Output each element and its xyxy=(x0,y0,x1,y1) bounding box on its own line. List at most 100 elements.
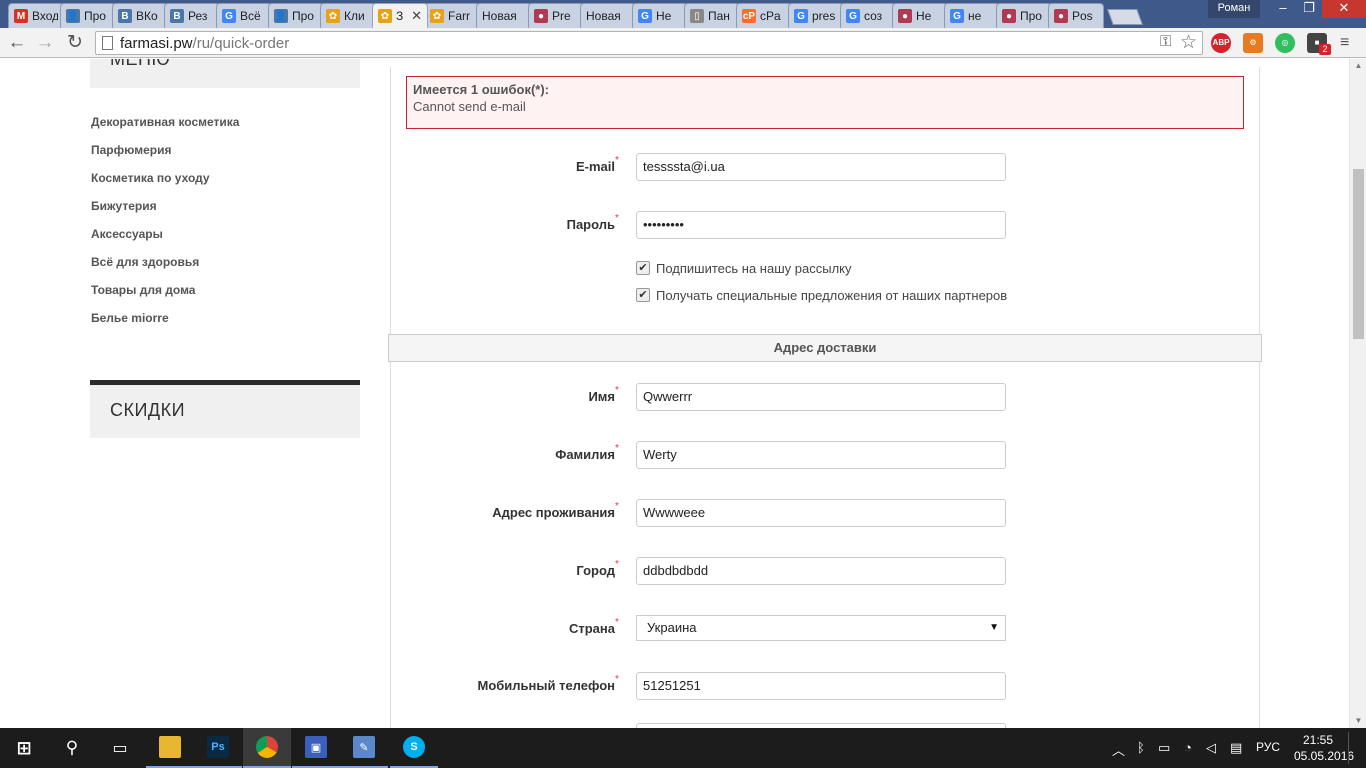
google-icon: G xyxy=(638,9,652,23)
maximize-icon[interactable]: ❐ xyxy=(1296,0,1322,18)
password-field[interactable]: ••••••••• xyxy=(636,211,1006,239)
browser-tab[interactable]: Gpres xyxy=(788,3,844,28)
close-tab-icon[interactable]: ✕ xyxy=(411,8,422,24)
tab-title: не xyxy=(968,9,982,23)
notepad-app-icon[interactable]: ✎ xyxy=(340,728,388,768)
required-marker: * xyxy=(615,385,619,396)
browser-tab[interactable]: B ВКо xyxy=(112,3,168,28)
scroll-down-icon[interactable]: ▼ xyxy=(1350,714,1366,728)
browser-tab[interactable]: B Рез xyxy=(164,3,220,28)
key-icon[interactable]: ⚿ xyxy=(1160,33,1171,50)
browser-tab[interactable]: ● Про xyxy=(996,3,1052,28)
back-arrow-icon[interactable]: ← xyxy=(6,32,28,54)
firstname-field[interactable]: Qwwerrr xyxy=(636,383,1006,411)
phone-row: Мобильный телефон * 51251251 xyxy=(406,672,1006,700)
scroll-up-icon[interactable]: ▲ xyxy=(1350,59,1366,73)
address-row: Адрес проживания * Wwwweee xyxy=(406,499,1006,527)
browser-menu-icon[interactable]: ≡ xyxy=(1340,34,1349,52)
browser-tab[interactable]: Gне xyxy=(944,3,1000,28)
adblock-plus-icon[interactable]: ABP xyxy=(1211,33,1231,53)
close-window-icon[interactable]: ✕ xyxy=(1322,0,1366,18)
phone-field[interactable]: 51251251 xyxy=(636,672,1006,700)
partners-checkbox[interactable]: ✔ xyxy=(636,288,650,302)
browser-tab[interactable]: ✿ З ✕ xyxy=(372,3,428,28)
cpanel-icon: cP xyxy=(742,9,756,23)
category-link[interactable]: Товары для дома xyxy=(91,283,239,311)
browser-tab[interactable]: ✿ Farr xyxy=(424,3,480,28)
message-icon[interactable]: ▤ xyxy=(1230,740,1242,756)
farmasi-icon: ✿ xyxy=(378,9,392,23)
browser-tab[interactable]: Новая xyxy=(476,3,532,28)
category-link[interactable]: Белье miorre xyxy=(91,311,239,339)
browser-tab[interactable]: Gсоз xyxy=(840,3,896,28)
minimize-icon[interactable]: ‒ xyxy=(1270,0,1296,18)
task-view-icon[interactable]: ▭ xyxy=(96,728,144,768)
email-field[interactable]: tessssta@i.ua xyxy=(636,153,1006,181)
scrollbar-thumb[interactable] xyxy=(1353,169,1364,339)
browser-tab[interactable]: ✿ Кли xyxy=(320,3,376,28)
gmail-icon: M xyxy=(14,9,28,23)
extension-icon[interactable]: ⚙ xyxy=(1243,33,1263,53)
category-link[interactable]: Косметика по уходу xyxy=(91,171,239,199)
tab-title: pres xyxy=(812,9,836,23)
newsletter-checkbox[interactable]: ✔ xyxy=(636,261,650,275)
lastname-field[interactable]: Werty xyxy=(636,441,1006,469)
browser-tab[interactable]: ▯ Пан xyxy=(684,3,740,28)
newsletter-option[interactable]: ✔ Подпишитесь на нашу рассылку xyxy=(636,260,851,276)
category-link[interactable]: Парфюмерия xyxy=(91,143,239,171)
show-desktop-button[interactable] xyxy=(1348,732,1366,764)
volume-icon[interactable]: ◁ xyxy=(1206,740,1216,756)
browser-tab[interactable]: cP cPa xyxy=(736,3,792,28)
chrome-icon[interactable] xyxy=(243,728,291,768)
reload-icon[interactable]: ↻ xyxy=(64,32,86,54)
browser-tab[interactable]: G Не xyxy=(632,3,688,28)
city-label: Город xyxy=(576,563,615,578)
browser-tab[interactable]: M Вход xyxy=(8,3,64,28)
city-field[interactable]: ddbdbdbdd xyxy=(636,557,1006,585)
new-tab-button[interactable] xyxy=(1107,9,1143,25)
country-select[interactable]: Украина ▼ xyxy=(636,615,1006,641)
browser-tab[interactable]: ● Не xyxy=(892,3,948,28)
category-link[interactable]: Аксессуары xyxy=(91,227,239,255)
menu-title: МЕНЮ xyxy=(110,59,171,69)
windows-start-icon[interactable]: ⊞ xyxy=(0,728,48,768)
delivery-section-header: Адрес доставки xyxy=(388,334,1262,362)
save-floppy-icon[interactable]: ▣ xyxy=(292,728,340,768)
address-field[interactable]: Wwwweee xyxy=(636,499,1006,527)
country-selected-value: Украина xyxy=(647,620,697,635)
google-icon: G xyxy=(950,9,964,23)
browser-tab[interactable]: ● Pos xyxy=(1048,3,1104,28)
skype-icon[interactable]: S xyxy=(390,728,438,768)
bluetooth-icon[interactable]: ᛒ xyxy=(1137,740,1145,755)
google-icon: G xyxy=(222,9,236,23)
bookmark-star-icon[interactable]: ☆ xyxy=(1180,31,1197,54)
green-circle-extension-icon[interactable]: ◎ xyxy=(1275,33,1295,53)
category-link[interactable]: Декоративная косметика xyxy=(91,115,239,143)
category-link[interactable]: Бижутерия xyxy=(91,199,239,227)
wifi-icon[interactable]: ◔ xyxy=(1184,740,1192,755)
tray-expand-icon[interactable]: ︿ xyxy=(1112,740,1125,759)
category-link[interactable]: Всё для здоровья xyxy=(91,255,239,283)
file-explorer-icon[interactable] xyxy=(146,728,194,768)
page-scrollbar[interactable]: ▲ ▼ xyxy=(1349,59,1366,728)
input-language[interactable]: РУС xyxy=(1256,740,1280,754)
tab-title: Кли xyxy=(344,9,365,23)
browser-tab[interactable]: 👤 Про xyxy=(60,3,116,28)
search-icon[interactable]: ⚲ xyxy=(48,728,96,768)
browser-tab[interactable]: G Всё xyxy=(216,3,272,28)
tab-title: Пан xyxy=(708,9,730,23)
battery-icon[interactable]: ▭ xyxy=(1158,740,1170,756)
email-label: E-mail xyxy=(575,159,615,174)
browser-tab[interactable]: Новая xyxy=(580,3,636,28)
browser-tab[interactable]: ● Pre xyxy=(528,3,584,28)
forward-arrow-icon[interactable]: → xyxy=(34,32,56,54)
system-clock[interactable]: 21:55 05.05.2016 xyxy=(1294,732,1354,764)
farmasi-icon: ✿ xyxy=(326,9,340,23)
profile-name-badge[interactable]: Роман xyxy=(1208,0,1260,18)
url-text[interactable]: farmasi.pw/ru/quick-order xyxy=(120,35,289,52)
partners-option[interactable]: ✔ Получать специальные предложения от на… xyxy=(636,287,1007,303)
photoshop-icon[interactable]: Ps xyxy=(194,728,242,768)
prestashop-icon: ● xyxy=(1002,9,1016,23)
address-bar[interactable]: farmasi.pw/ru/quick-order ⚿ ☆ xyxy=(95,31,1203,55)
browser-tab[interactable]: 👤 Про xyxy=(268,3,324,28)
